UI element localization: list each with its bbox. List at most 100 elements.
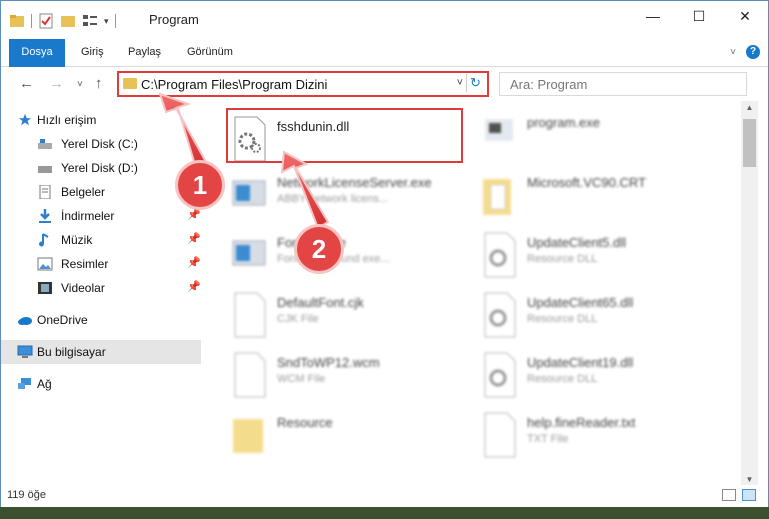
sidebar-item-label: İndirmeler	[61, 209, 115, 223]
window-controls: — ☐ ✕	[630, 1, 768, 31]
sidebar-item-music[interactable]: Müzik 📌	[1, 228, 201, 252]
file-name: UpdateClient5.dll	[527, 235, 627, 250]
address-bar[interactable]: C:\Program Files\Program Dizini ˅ ↻	[117, 71, 489, 97]
customize-toolbar-icon[interactable]: ▾	[104, 16, 109, 27]
search-input[interactable]: Ara: Program	[510, 77, 587, 92]
file-name: DefaultFont.cjk	[277, 295, 364, 310]
toolbar-divider	[31, 14, 32, 28]
large-icons-view-icon[interactable]	[742, 489, 756, 501]
file-item[interactable]: SndToWP12.wcm WCM File	[231, 349, 471, 407]
file-item[interactable]: UpdateClient19.dll Resource DLL	[481, 349, 721, 407]
vertical-scrollbar[interactable]: ▲ ▼	[741, 101, 758, 486]
sidebar-item-label: Bu bilgisayar	[37, 345, 106, 359]
pin-icon[interactable]: 📌	[187, 256, 201, 269]
address-path[interactable]: C:\Program Files\Program Dizini	[141, 77, 327, 92]
close-button[interactable]: ✕	[722, 1, 768, 31]
search-box[interactable]: Ara: Program	[499, 72, 747, 96]
quick-access-toolbar: ▾	[9, 13, 116, 29]
up-button[interactable]: ↑	[95, 75, 103, 92]
back-button[interactable]: ←	[19, 75, 34, 92]
view-icon[interactable]	[82, 13, 98, 29]
pin-icon[interactable]: 📌	[187, 280, 201, 293]
file-name: SndToWP12.wcm	[277, 355, 380, 370]
scroll-down-icon[interactable]: ▼	[741, 475, 758, 484]
ribbon-actions: ˅ ?	[730, 45, 760, 59]
dll-icon	[484, 352, 516, 398]
sidebar-item-pictures[interactable]: Resimler 📌	[1, 252, 201, 276]
network-icon	[18, 378, 31, 389]
file-name: help.fineReader.txt	[527, 415, 636, 430]
video-icon	[38, 282, 52, 294]
exe-icon	[232, 240, 266, 266]
tab-share[interactable]: Paylaş	[128, 39, 161, 66]
status-bar: 119 öğe	[1, 485, 768, 507]
sidebar-item-label: Yerel Disk (D:)	[61, 161, 138, 175]
file-item[interactable]: UpdateClient65.dll Resource DLL	[481, 289, 721, 347]
tab-home[interactable]: Giriş	[81, 39, 104, 66]
address-dropdown-button[interactable]: ˅	[457, 77, 463, 89]
sidebar-item-label: Belgeler	[61, 185, 106, 199]
document-icon	[39, 185, 51, 199]
sidebar-item-local-disk-c[interactable]: Yerel Disk (C:)	[1, 132, 201, 156]
file-highlight-box	[226, 108, 463, 163]
file-type: CJK File	[277, 313, 319, 325]
dll-icon	[484, 292, 516, 338]
pictures-icon	[37, 257, 53, 271]
sidebar-item-label: Ağ	[37, 377, 52, 391]
cloud-icon	[18, 317, 32, 325]
file-item[interactable]: DefaultFont.cjk CJK File	[231, 289, 471, 347]
minimize-button[interactable]: —	[630, 1, 676, 31]
file-item[interactable]: Resource	[231, 409, 471, 467]
file-item[interactable]: Microsoft.VC90.CRT	[481, 169, 721, 227]
sidebar-item-local-disk-d[interactable]: Yerel Disk (D:)	[1, 156, 201, 180]
sidebar-item-documents[interactable]: Belgeler	[1, 180, 201, 204]
file-item[interactable]: FontSrv.exe Font background exe...	[231, 229, 471, 287]
sidebar-item-label: Yerel Disk (C:)	[61, 137, 138, 151]
file-item[interactable]: program.exe	[481, 109, 721, 167]
scroll-thumb[interactable]	[743, 119, 756, 167]
file-type: TXT File	[527, 433, 569, 445]
view-toggles	[722, 489, 756, 501]
item-count: 119 öğe	[7, 489, 46, 501]
sidebar-item-label: Müzik	[61, 233, 93, 247]
folder-icon[interactable]	[9, 13, 25, 29]
sidebar-item-network[interactable]: Ağ	[1, 372, 201, 396]
exe-icon	[232, 180, 266, 206]
properties-icon[interactable]	[38, 13, 54, 29]
maximize-button[interactable]: ☐	[676, 1, 722, 31]
sidebar-item-label: Hızlı erişim	[37, 113, 97, 127]
txt-icon	[484, 412, 516, 458]
sidebar-item-label: OneDrive	[37, 313, 88, 327]
recent-locations-button[interactable]: ˅	[77, 79, 83, 90]
file-type: Resource DLL	[527, 313, 598, 325]
folder-icon	[233, 419, 263, 453]
help-icon[interactable]: ?	[746, 45, 760, 59]
toolbar-divider	[114, 14, 116, 28]
scroll-up-icon[interactable]: ▲	[741, 103, 758, 112]
sidebar-item-quick-access[interactable]: Hızlı erişim	[1, 108, 201, 132]
expand-ribbon-icon[interactable]: ˅	[730, 47, 736, 58]
sidebar-item-this-pc[interactable]: Bu bilgisayar	[1, 340, 201, 364]
forward-button[interactable]: →	[49, 75, 64, 92]
folder-icon	[123, 78, 137, 89]
file-name: Resource	[277, 415, 333, 430]
new-folder-icon[interactable]	[60, 13, 76, 29]
file-name: UpdateClient19.dll	[527, 355, 634, 370]
file-item[interactable]: NetworkLicenseServer.exe ABBY network li…	[231, 169, 471, 227]
file-name: program.exe	[527, 115, 600, 130]
file-item[interactable]: UpdateClient5.dll Resource DLL	[481, 229, 721, 287]
drive-icon	[38, 166, 52, 173]
pin-icon[interactable]: 📌	[187, 232, 201, 245]
file-name: Microsoft.VC90.CRT	[527, 175, 646, 190]
sidebar-item-downloads[interactable]: İndirmeler 📌	[1, 204, 201, 228]
tab-view[interactable]: Görünüm	[187, 39, 233, 66]
drive-icon	[38, 139, 52, 149]
refresh-button[interactable]: ↻	[466, 74, 484, 92]
folder-icon	[483, 179, 511, 215]
sidebar-item-onedrive[interactable]: OneDrive	[1, 308, 201, 332]
navigation-bar: ← → ˅ ↑ C:\Program Files\Program Dizini …	[1, 67, 768, 101]
file-type: ABBY network licens...	[277, 193, 389, 205]
details-view-icon[interactable]	[722, 489, 736, 501]
sidebar-item-videos[interactable]: Videolar 📌	[1, 276, 201, 300]
file-item[interactable]: help.fineReader.txt TXT File	[481, 409, 721, 467]
